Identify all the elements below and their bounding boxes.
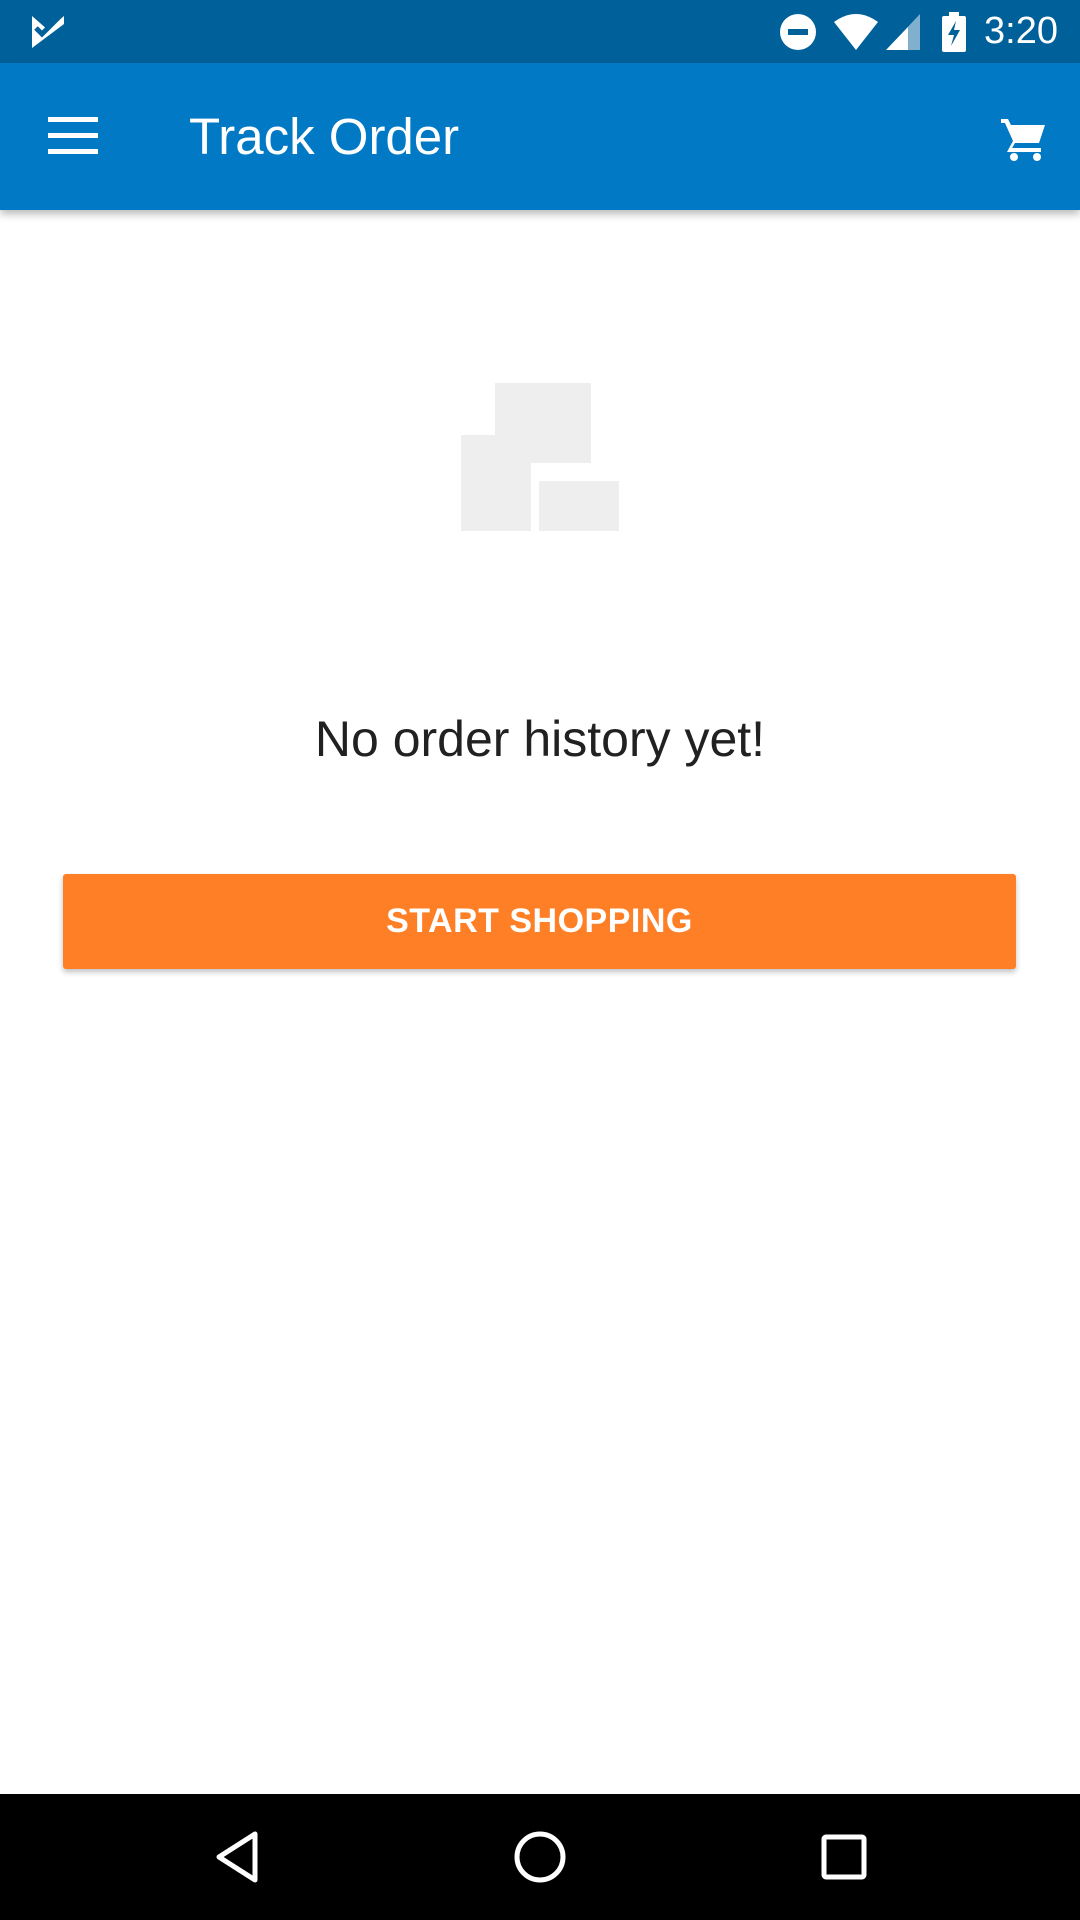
- start-shopping-button[interactable]: START SHOPPING: [63, 874, 1016, 969]
- menu-button[interactable]: [30, 103, 116, 169]
- recents-icon: [821, 1834, 867, 1880]
- empty-state-message: No order history yet!: [314, 711, 766, 767]
- cell-signal-icon: [886, 14, 920, 50]
- empty-orders-icon: [461, 383, 619, 531]
- app-check-notification-icon: [32, 16, 64, 48]
- back-icon: [216, 1831, 258, 1883]
- wifi-icon: [834, 14, 878, 50]
- page-title: Track Order: [189, 108, 460, 165]
- status-bar: 3:20: [0, 0, 1080, 63]
- recents-button[interactable]: [814, 1827, 874, 1887]
- app-bar: Track Order: [0, 63, 1080, 210]
- do-not-disturb-icon: [780, 14, 816, 50]
- system-nav-bar: [0, 1794, 1080, 1920]
- battery-charging-icon: [942, 12, 966, 52]
- cart-button[interactable]: [988, 103, 1060, 175]
- menu-icon: [48, 117, 98, 154]
- home-icon: [514, 1831, 566, 1883]
- status-clock: 3:20: [984, 10, 1058, 52]
- home-button[interactable]: [510, 1827, 570, 1887]
- cart-icon: [1001, 119, 1045, 161]
- back-button[interactable]: [207, 1827, 267, 1887]
